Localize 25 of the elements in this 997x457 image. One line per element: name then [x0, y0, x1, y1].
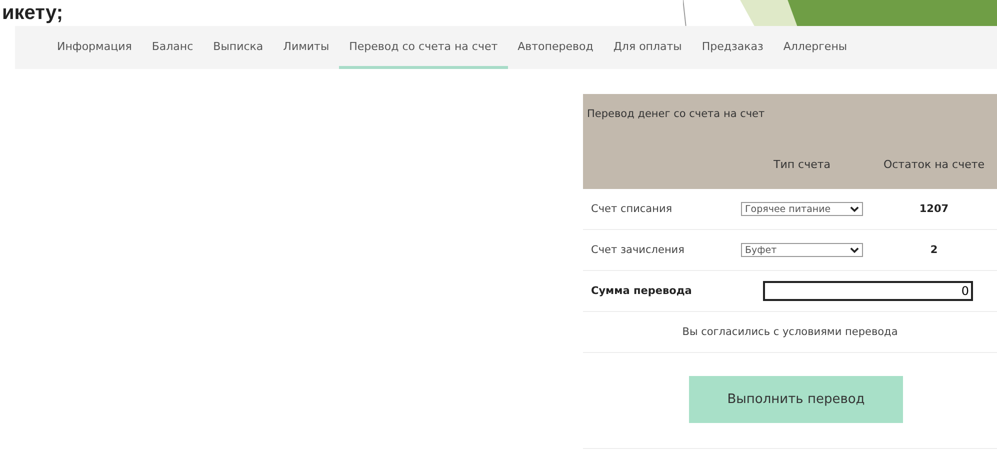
- column-header: Остаток на счете: [882, 158, 986, 171]
- panel-title: Перевод денег со счета на счет: [586, 107, 766, 122]
- nav-tab[interactable]: Баланс: [142, 26, 204, 69]
- slide-heading: икету;: [2, 1, 63, 25]
- balance-value: 2: [929, 244, 939, 256]
- nav-tab[interactable]: Аллергены: [773, 26, 858, 69]
- nav-tab[interactable]: Для оплаты: [603, 26, 692, 69]
- chevron-down-icon: [850, 247, 859, 253]
- account-select[interactable]: Буфет: [741, 243, 863, 257]
- amount-label: Сумма перевода: [590, 285, 693, 297]
- agreement-text: Вы согласились с условиями перевода: [583, 312, 997, 353]
- transfer-button[interactable]: Выполнить перевод: [689, 376, 903, 423]
- amount-input[interactable]: 0: [763, 281, 973, 301]
- account-select[interactable]: Горячее питание: [741, 202, 863, 216]
- nav-tab[interactable]: Предзаказ: [692, 26, 774, 69]
- nav-tab[interactable]: Лимиты: [273, 26, 340, 69]
- column-header: Тип счета: [772, 158, 832, 171]
- chevron-down-icon: [850, 206, 859, 212]
- nav-tab[interactable]: Информация: [47, 26, 142, 69]
- nav-tab[interactable]: Выписка: [203, 26, 274, 69]
- row-label: Счет списания: [590, 203, 674, 215]
- balance-value: 1207: [918, 203, 950, 215]
- nav-tab[interactable]: Автоперевод: [508, 26, 604, 69]
- nav-tab[interactable]: Перевод со счета на счет: [339, 26, 508, 69]
- row-label: Счет зачисления: [590, 244, 686, 256]
